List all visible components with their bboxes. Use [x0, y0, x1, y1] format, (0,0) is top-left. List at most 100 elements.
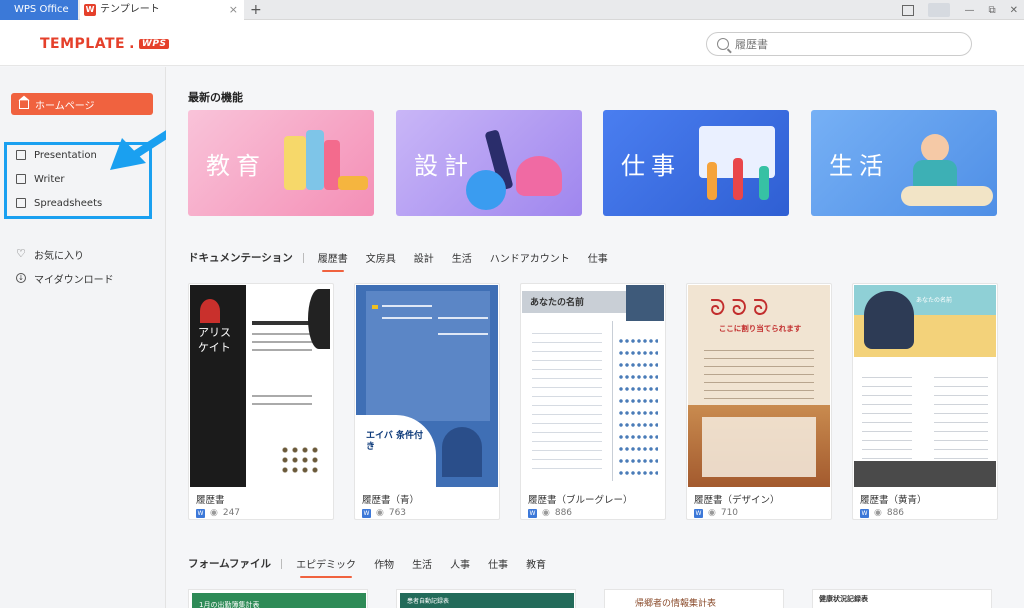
sidebar-item-writer[interactable]: Writer — [16, 171, 65, 187]
template-card[interactable]: エイバ 条件付き 履歴書（青） W ◉ 763 — [354, 283, 500, 520]
sidebar-item-label: Writer — [34, 173, 65, 185]
logo-main: TEMPLATE — [40, 36, 126, 52]
banner-work[interactable]: 仕事 — [603, 110, 789, 216]
sidebar-home-label: ホームページ — [35, 100, 95, 112]
view-count: 247 — [222, 508, 241, 518]
template-meta: W ◉ 763 — [362, 508, 406, 518]
eye-icon: ◉ — [542, 508, 550, 518]
minimize-icon[interactable]: — — [964, 5, 974, 16]
search-input[interactable] — [735, 37, 955, 51]
thumb-title: アリス ケイト — [198, 326, 231, 354]
thumb-title: エイバ 条件付き — [366, 431, 423, 452]
sidebar-item-label: Presentation — [34, 149, 97, 161]
template-meta: W ◉ 247 — [196, 508, 240, 518]
writer-icon: W — [196, 508, 205, 518]
filter-hr[interactable]: 人事 — [450, 556, 470, 571]
writer-icon: W — [694, 508, 703, 518]
divider — [281, 558, 283, 569]
new-tab-button[interactable]: + — [250, 0, 262, 20]
template-card[interactable]: あなたの名前 履歴書（ブルーグレー） W ◉ 886 — [520, 283, 666, 520]
search-icon — [717, 38, 729, 50]
form-template-card[interactable]: 患者自動記録表 — [396, 589, 576, 608]
filter-hand-account[interactable]: ハンドアカウント — [490, 250, 570, 265]
banner-label: 仕事 — [621, 152, 681, 180]
docs-title: ドキュメンテーション — [188, 252, 293, 264]
layout-icon[interactable] — [902, 4, 915, 16]
sidebar-item-presentation[interactable]: Presentation — [16, 147, 97, 163]
template-card[interactable]: ᘐᘐᘐ ここに割り当てられます 履歴書（デザイン） W ◉ 710 — [686, 283, 832, 520]
template-name: 履歴書（ブルーグレー） — [528, 495, 633, 506]
forms-filter-bar: フォームファイル エピデミック 作物 生活 人事 仕事 教育 — [188, 556, 564, 578]
banner-label: 設計 — [414, 152, 474, 180]
template-thumbnail: ᘐᘐᘐ ここに割り当てられます — [688, 285, 830, 487]
writer-icon: W — [362, 508, 371, 518]
banner-design[interactable]: 設計 — [396, 110, 582, 216]
tab-template[interactable]: W テンプレート × — [80, 0, 244, 20]
view-count: 763 — [388, 508, 407, 518]
divider — [302, 252, 304, 263]
eye-icon: ◉ — [708, 508, 716, 518]
avatar[interactable] — [928, 3, 951, 17]
template-thumbnail: あなたの名前 — [854, 285, 996, 487]
tab-template-label: テンプレート — [100, 4, 160, 15]
template-name: 履歴書 — [196, 495, 225, 506]
filter-stationery[interactable]: 文房具 — [366, 250, 396, 265]
writer-icon — [16, 174, 26, 184]
forms-title: フォームファイル — [188, 558, 272, 570]
spreadsheets-icon — [16, 198, 26, 208]
form-card-title: 帰郷者の情報集計表 — [635, 599, 717, 608]
banner-label: 生活 — [829, 152, 889, 180]
logo-wps: WPS — [138, 39, 170, 49]
banner-life[interactable]: 生活 — [811, 110, 997, 216]
template-card[interactable]: あなたの名前 履歴書（黄青） W ◉ 886 — [852, 283, 998, 520]
filter-life[interactable]: 生活 — [452, 250, 472, 265]
template-meta: W ◉ 886 — [528, 508, 572, 518]
sidebar-item-downloads[interactable]: ↓ マイダウンロード — [16, 270, 114, 286]
view-count: 886 — [886, 508, 905, 518]
filter-education[interactable]: 教育 — [526, 556, 546, 571]
form-card-title: 健康状況記録表 — [819, 595, 868, 603]
heart-icon: ♡ — [16, 247, 26, 260]
window-controls: — ⧉ ✕ — [902, 0, 1018, 20]
form-template-card[interactable]: 帰郷者の情報集計表 — [604, 589, 784, 608]
filter-design[interactable]: 設計 — [414, 250, 434, 265]
sidebar-item-favorites[interactable]: ♡ お気に入り — [16, 246, 84, 262]
restore-icon[interactable]: ⧉ — [988, 5, 995, 16]
view-count: 710 — [720, 508, 739, 518]
home-icon — [19, 99, 29, 109]
thumb-title: あなたの名前 — [530, 298, 585, 308]
filter-resume[interactable]: 履歴書 — [318, 250, 348, 272]
writer-icon: W — [860, 508, 869, 518]
tab-close-icon[interactable]: × — [229, 0, 238, 20]
header: TEMPLATE . WPS — [0, 20, 1024, 66]
banner-education[interactable]: 教育 — [188, 110, 374, 216]
template-thumbnail: あなたの名前 — [522, 285, 664, 487]
sidebar-item-label: Spreadsheets — [34, 197, 103, 209]
sidebar-item-spreadsheets[interactable]: Spreadsheets — [16, 195, 102, 211]
filter-crops[interactable]: 作物 — [374, 556, 394, 571]
logo-dot: . — [129, 36, 135, 52]
filter-work[interactable]: 仕事 — [488, 556, 508, 571]
template-thumbnail: アリス ケイト — [190, 285, 332, 487]
thumb-title: あなたの名前 — [916, 297, 953, 304]
filter-work[interactable]: 仕事 — [588, 250, 608, 265]
form-template-card[interactable]: 1月の出勤簿集計表 — [188, 589, 368, 608]
presentation-icon — [16, 150, 26, 160]
docs-filter-bar: ドキュメンテーション 履歴書 文房具 設計 生活 ハンドアカウント 仕事 — [188, 250, 626, 272]
filter-life[interactable]: 生活 — [412, 556, 432, 571]
template-logo[interactable]: TEMPLATE . WPS — [40, 36, 170, 52]
eye-icon: ◉ — [376, 508, 384, 518]
form-template-card[interactable]: 健康状況記録表 — [812, 589, 992, 608]
filter-epidemic[interactable]: エピデミック — [296, 556, 356, 578]
form-card-title: 患者自動記録表 — [407, 598, 450, 605]
writer-icon: W — [528, 508, 537, 518]
template-card[interactable]: アリス ケイト 履歴書 W ◉ 247 — [188, 283, 334, 520]
sidebar-item-label: マイダウンロード — [34, 274, 114, 286]
close-window-icon[interactable]: ✕ — [1010, 5, 1018, 16]
tab-wps-office[interactable]: WPS Office — [0, 0, 78, 20]
banner-label: 教育 — [206, 152, 266, 180]
eye-icon: ◉ — [210, 508, 218, 518]
thumb-title: ここに割り当てられます — [718, 324, 802, 333]
search-box[interactable] — [706, 32, 972, 56]
template-meta: W ◉ 710 — [694, 508, 738, 518]
